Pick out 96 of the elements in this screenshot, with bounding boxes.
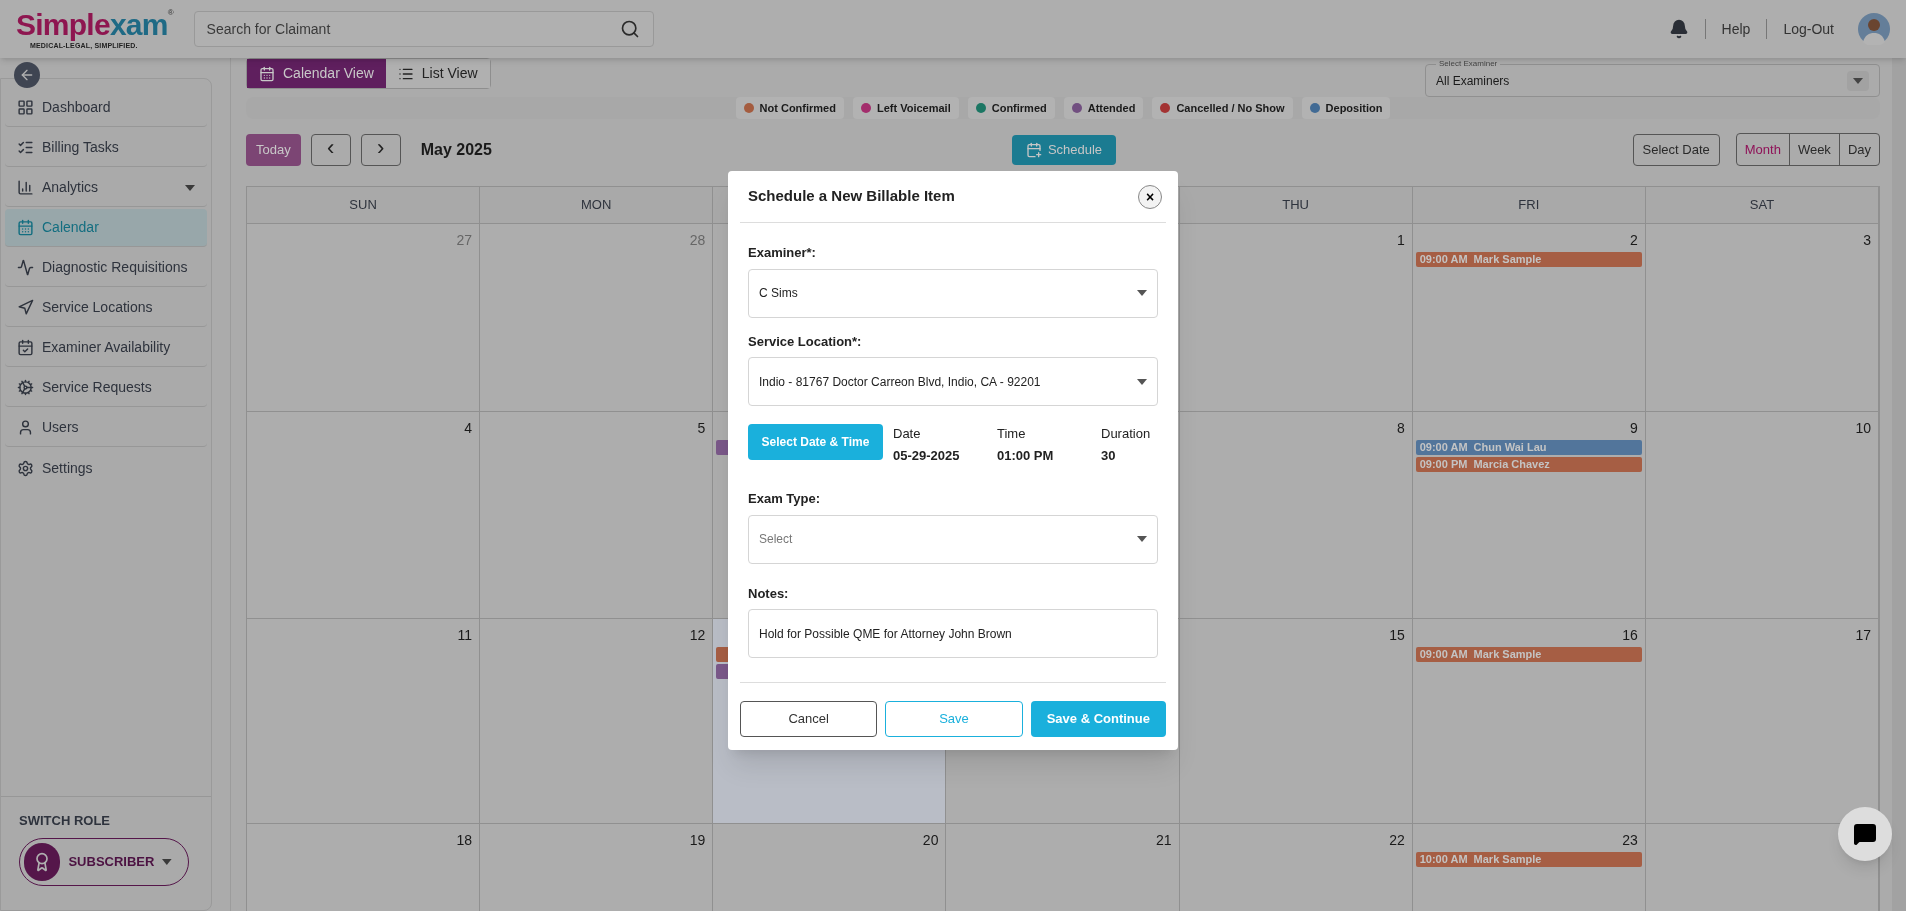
calendar-icon — [259, 65, 275, 82]
search-icon[interactable] — [619, 19, 640, 39]
day-number: 23 — [1622, 831, 1638, 850]
sidebar-item[interactable]: Service Locations — [5, 289, 207, 327]
field-label: Exam Type: — [748, 490, 821, 508]
switch-role-title: SWITCH ROLE — [19, 811, 111, 830]
caret-icon — [185, 184, 195, 191]
caret-icon — [162, 859, 172, 865]
select-date-button[interactable]: Select Date — [1632, 133, 1720, 166]
day-number: 20 — [922, 831, 939, 850]
bar-chart-icon — [17, 179, 34, 196]
notes-field[interactable]: Hold for Possible QME for Attorney John Brown — [748, 609, 1158, 658]
day-number: 15 — [1389, 626, 1405, 645]
day-number: 5 — [697, 419, 706, 438]
day-number: 28 — [689, 231, 706, 250]
sidebar-item[interactable]: Service Requests — [5, 369, 207, 407]
grid-icon — [17, 99, 34, 116]
field-label: Notes: — [748, 584, 790, 603]
legend-item: Left Voicemail — [852, 97, 959, 119]
weekday-header: SAT — [1749, 196, 1775, 215]
day-number: 27 — [456, 231, 473, 250]
range-tab[interactable]: Month — [1736, 134, 1789, 165]
weekday-header: THU — [1282, 196, 1309, 215]
close-button[interactable]: × — [1138, 184, 1162, 209]
bell-icon[interactable] — [1668, 19, 1689, 39]
select-field[interactable]: Indio - 81767 Doctor Carreon Blvd, Indio, CA - 92201 — [748, 357, 1158, 406]
scrollbar[interactable] — [1892, 58, 1906, 911]
legend-item: Deposition — [1301, 97, 1391, 119]
day-number: 18 — [456, 831, 473, 850]
header-link[interactable]: Log-Out — [1783, 18, 1834, 40]
day-number: 8 — [1396, 419, 1405, 438]
sidebar-item[interactable]: Analytics — [5, 169, 207, 207]
sidebar-item[interactable]: Billing Tasks — [5, 129, 207, 167]
chat-icon — [1853, 822, 1877, 846]
detail-label: Duration — [1101, 425, 1152, 443]
day-number: 9 — [1630, 419, 1638, 438]
caret-icon — [1137, 378, 1147, 385]
sidebar-item[interactable]: Users — [5, 409, 207, 447]
day-number: 12 — [689, 626, 706, 645]
navigation-icon — [17, 299, 34, 316]
view-tab[interactable]: Calendar View — [247, 59, 386, 88]
day-number: 22 — [1389, 831, 1405, 850]
day-number: 21 — [1156, 831, 1172, 850]
settings-icon — [17, 459, 34, 477]
sidebar-item[interactable]: Diagnostic Requisitions — [5, 249, 207, 287]
previous-button[interactable]: ‹ — [310, 133, 351, 166]
caret-icon — [1137, 536, 1147, 542]
back-button[interactable] — [14, 62, 40, 88]
day-number: 16 — [1622, 626, 1638, 645]
weekday-header: SUN — [349, 196, 377, 215]
day-number: 11 — [457, 626, 473, 645]
legend-item: Attended — [1063, 97, 1144, 119]
calendar-check-icon — [17, 339, 34, 356]
checklist-icon — [17, 139, 34, 156]
weekday-header: FRI — [1518, 196, 1540, 215]
legend-item: Cancelled / No Show — [1152, 97, 1293, 119]
today-button[interactable]: Today — [246, 133, 301, 166]
day-number: 17 — [1855, 626, 1871, 645]
sidebar-item[interactable]: Examiner Availability — [5, 329, 207, 367]
day-number: 1 — [1396, 231, 1405, 250]
detail-value: 05-29-2025 — [893, 446, 961, 465]
sidebar-item[interactable]: Settings — [5, 449, 207, 487]
month-title: May 2025 — [420, 139, 492, 160]
calendar-icon — [17, 219, 34, 236]
sidebar-item[interactable]: Dashboard — [5, 89, 207, 127]
user-icon — [17, 419, 34, 436]
field-label: Service Location*: — [748, 332, 863, 351]
range-tab[interactable]: Day — [1838, 134, 1879, 165]
next-button[interactable]: › — [360, 133, 401, 166]
dialog-title: Schedule a New Billable Item — [748, 186, 955, 207]
day-number: 19 — [689, 831, 706, 850]
legend-item: Not Confirmed — [735, 97, 844, 119]
detail-label: Time — [997, 425, 1027, 443]
caret-icon — [1137, 290, 1147, 296]
select-field[interactable]: C Sims — [748, 268, 1158, 318]
cog-icon — [17, 379, 34, 396]
detail-label: Date — [893, 425, 922, 443]
weekday-header: MON — [581, 196, 612, 215]
header-link[interactable]: Help — [1721, 18, 1751, 40]
field-label: Examiner*: — [748, 244, 817, 262]
range-tab[interactable]: Week — [1788, 134, 1839, 165]
day-number: 3 — [1863, 231, 1871, 250]
caret-icon — [1853, 77, 1863, 84]
day-number: 4 — [464, 419, 473, 438]
search-field[interactable]: Search for Claimant — [193, 11, 654, 47]
legend-item: Confirmed — [967, 97, 1055, 119]
detail-value: 30 — [1101, 446, 1117, 465]
dialog-button[interactable]: Cancel — [740, 701, 878, 737]
detail-value: 01:00 PM — [997, 446, 1055, 465]
view-tab[interactable]: List View — [385, 59, 490, 88]
day-number: 10 — [1855, 419, 1871, 438]
avatar[interactable] — [1858, 13, 1890, 45]
select-field[interactable]: Select — [748, 514, 1158, 564]
calendar-plus-icon — [1025, 141, 1042, 158]
day-number: 2 — [1630, 231, 1638, 250]
pulse-icon — [17, 259, 34, 276]
